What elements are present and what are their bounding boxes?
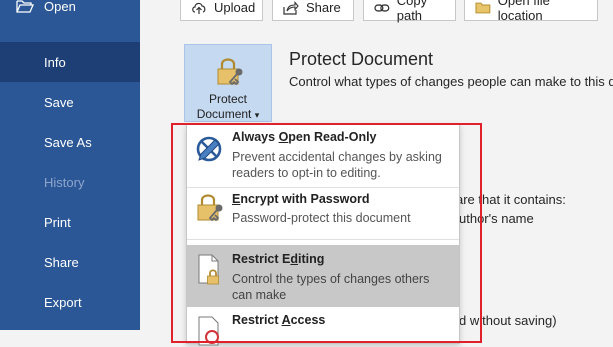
sidebar-item-label: Export bbox=[44, 294, 82, 310]
sidebar-item-export[interactable]: Export bbox=[0, 282, 140, 322]
protect-document-button[interactable]: Protect Document ▾ bbox=[184, 44, 272, 122]
sidebar-item-save[interactable]: Save bbox=[0, 82, 140, 122]
sidebar-item-label: Share bbox=[44, 254, 79, 270]
protect-document-title: Protect Document bbox=[289, 49, 434, 69]
upload-icon bbox=[192, 2, 206, 14]
sidebar-item-print[interactable]: Print bbox=[0, 202, 140, 242]
sidebar-item-label: History bbox=[44, 174, 85, 190]
copy-path-button[interactable]: Copy path bbox=[363, 0, 456, 23]
backstage-sidebar: Open Info Save Save As History Print Sha… bbox=[0, 0, 140, 330]
protect-tile-line1: Protect bbox=[208, 92, 247, 106]
open-file-location-button[interactable]: Open file location bbox=[464, 0, 598, 23]
link-icon bbox=[374, 3, 390, 12]
sidebar-item-label: Print bbox=[44, 214, 71, 230]
sidebar-item-label: Save As bbox=[44, 134, 92, 150]
sidebar-item-label: Save bbox=[44, 94, 74, 110]
sidebar-item-open[interactable]: Open bbox=[0, 0, 140, 26]
sidebar-item-info[interactable]: Info bbox=[0, 42, 140, 82]
protect-tile-line2: Document bbox=[196, 107, 252, 121]
sidebar-item-label: Open bbox=[44, 0, 76, 14]
sidebar-item-save-as[interactable]: Save As bbox=[0, 122, 140, 162]
annotation-highlight-box bbox=[171, 123, 482, 343]
sidebar-item-label: Info bbox=[44, 54, 66, 70]
protect-document-description: Control what types of changes people can… bbox=[289, 74, 613, 89]
lock-key-icon bbox=[217, 58, 243, 86]
sidebar-item-history: History bbox=[0, 162, 140, 202]
chevron-down-icon: ▾ bbox=[254, 110, 260, 120]
upload-button[interactable]: Upload bbox=[180, 0, 263, 21]
share-icon bbox=[283, 0, 299, 15]
sidebar-item-share[interactable]: Share bbox=[0, 242, 140, 282]
folder-open-icon bbox=[16, 0, 34, 13]
share-button[interactable]: Share bbox=[272, 0, 354, 21]
folder-icon bbox=[475, 2, 491, 13]
